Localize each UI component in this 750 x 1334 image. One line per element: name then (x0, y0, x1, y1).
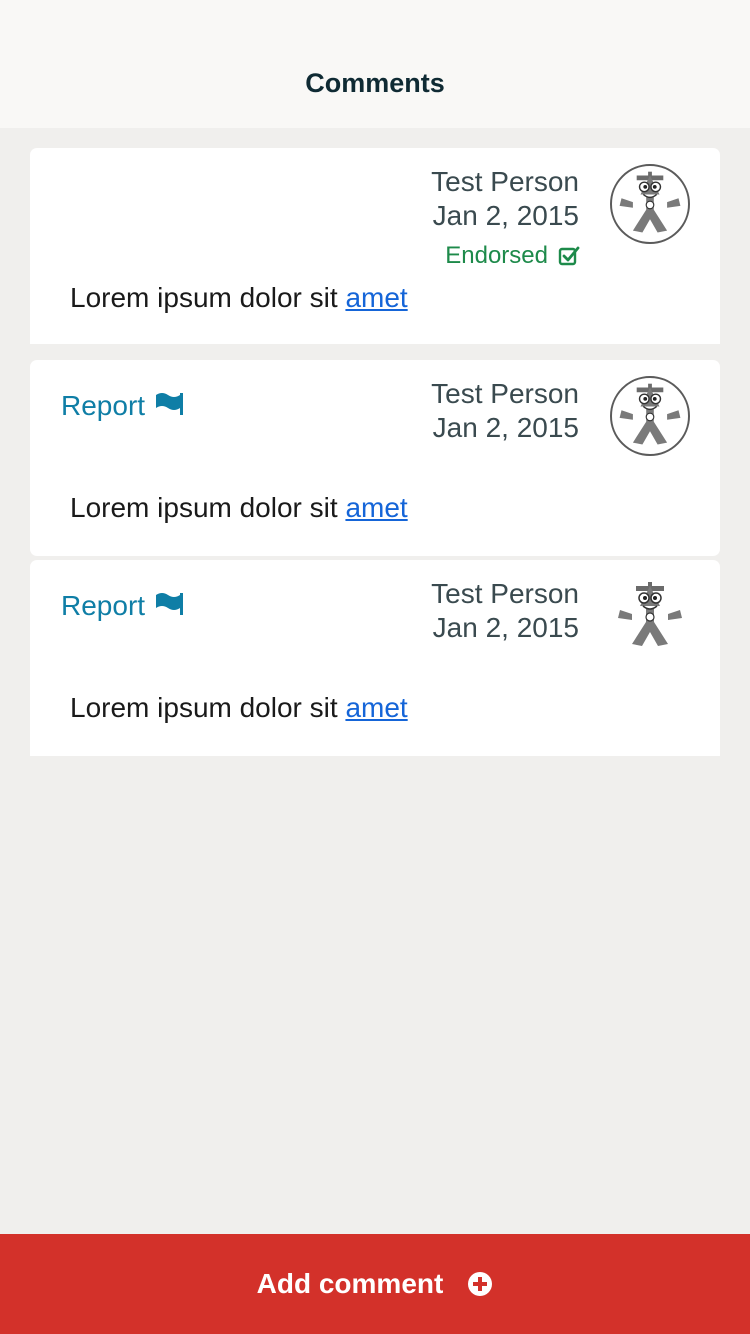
comment-date: Jan 2, 2015 (432, 200, 579, 231)
report-label: Report (61, 590, 146, 621)
comment-date: Jan 2, 2015 (432, 412, 579, 443)
avatar[interactable] (610, 376, 690, 456)
author-name: Test Person (431, 378, 579, 409)
mascot-avatar-icon (619, 171, 681, 233)
comment-link[interactable]: amet (345, 282, 407, 313)
comment-card: Report Test Person Jan 2, 2015 Lorem ips… (30, 560, 720, 756)
mascot-avatar-icon (619, 383, 681, 445)
author-name: Test Person (431, 166, 579, 197)
comment-link[interactable]: amet (345, 692, 407, 723)
header: Comments (0, 0, 750, 128)
comment-text: Lorem ipsum dolor sit (70, 692, 346, 723)
avatar[interactable] (610, 164, 690, 244)
author-name: Test Person (431, 578, 579, 609)
flag-icon (155, 390, 184, 415)
check-square-icon (558, 245, 580, 267)
report-label: Report (61, 390, 146, 421)
plus-circle-icon (467, 1271, 493, 1297)
comment-card: Report Test Person Jan 2, 2015 Lorem ips… (30, 360, 720, 556)
comment-text: Lorem ipsum dolor sit (70, 282, 346, 313)
report-button[interactable]: Report (61, 390, 184, 422)
endorsed-badge: Endorsed (445, 242, 580, 270)
add-comment-button[interactable]: Add comment (0, 1234, 750, 1334)
page-title: Comments (305, 68, 445, 98)
comments-list: Test Person Jan 2, 2015 Endorsed Lorem i… (30, 148, 720, 756)
add-comment-label: Add comment (256, 1268, 444, 1299)
comment-text: Lorem ipsum dolor sit (70, 492, 346, 523)
mascot-avatar-icon (618, 582, 682, 646)
avatar[interactable] (610, 576, 690, 656)
comments-screen: Comments Test Person Jan 2, 2015 Endorse… (0, 0, 750, 1334)
report-button[interactable]: Report (61, 590, 184, 622)
comment-body: Lorem ipsum dolor sit amet (70, 282, 408, 314)
comment-link[interactable]: amet (345, 492, 407, 523)
flag-icon (155, 590, 184, 615)
comment-body: Lorem ipsum dolor sit amet (70, 692, 408, 724)
comment-date: Jan 2, 2015 (432, 612, 579, 643)
comment-card: Test Person Jan 2, 2015 Endorsed Lorem i… (30, 148, 720, 344)
endorsed-label: Endorsed (445, 242, 548, 269)
comment-body: Lorem ipsum dolor sit amet (70, 492, 408, 524)
